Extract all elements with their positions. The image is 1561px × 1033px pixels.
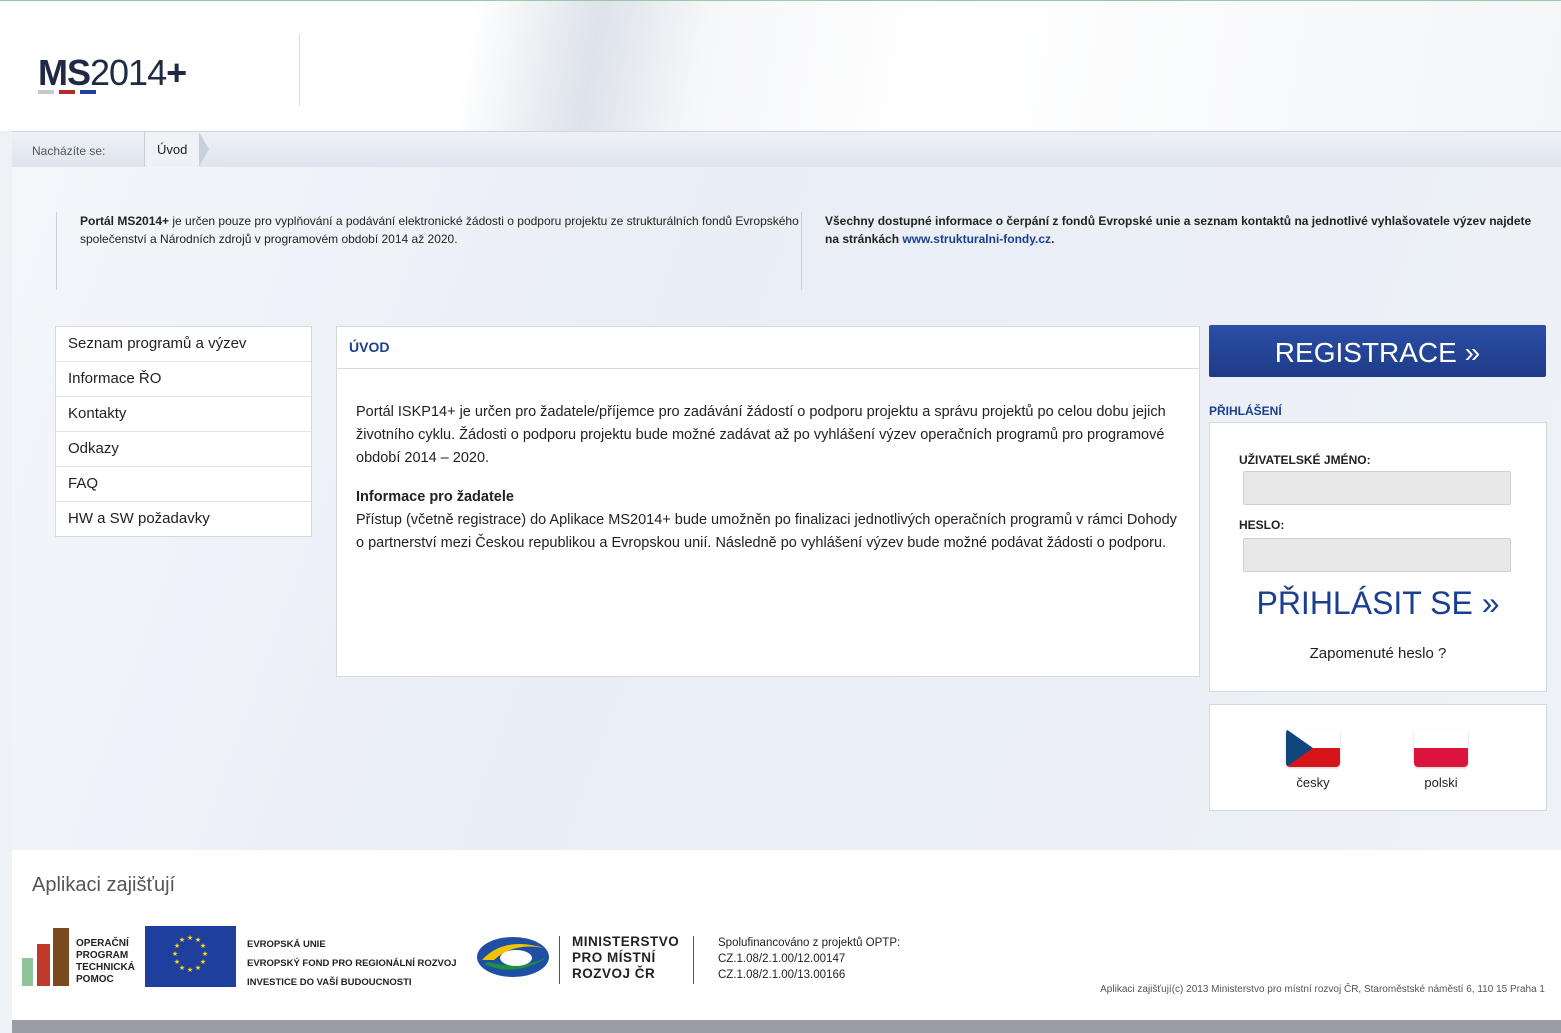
logo-plus: +: [166, 52, 187, 93]
sidebar-item-hw-sw[interactable]: HW a SW požadavky: [56, 502, 311, 536]
svg-text:★: ★: [172, 950, 178, 958]
project-line-2: CZ.1.08/2.1.00/12.00147: [718, 953, 846, 965]
svg-text:★: ★: [174, 958, 180, 966]
content-panel: ÚVOD Portál ISKP14+ je určen pro žadatel…: [336, 326, 1200, 677]
info-left-text: je určen pouze pro vyplňování a podávání…: [80, 214, 799, 246]
svg-text:★: ★: [202, 950, 208, 958]
info-left: Portál MS2014+ je určen pouze pro vyplňo…: [56, 212, 810, 290]
logo[interactable]: MS2014+: [38, 52, 187, 94]
password-label: HESLO:: [1239, 518, 1285, 532]
username-input[interactable]: [1243, 471, 1511, 505]
content-paragraph-intro: Portál ISKP14+ je určen pro žadatele/pří…: [356, 404, 1166, 466]
svg-text:★: ★: [179, 936, 185, 944]
footer-title: Aplikaci zajišťují: [32, 874, 176, 896]
breadcrumb-current[interactable]: Úvod: [144, 132, 210, 167]
sidebar-item-links[interactable]: Odkazy: [56, 432, 311, 467]
logo-year: 2014: [90, 52, 167, 93]
eu-line-3: INVESTICE DO VAŠÍ BUDOUCNOSTI: [247, 977, 412, 988]
footer-divider-1: [559, 936, 560, 984]
copyright-text: Aplikaci zajišťují(c) 2013 Ministerstvo …: [1100, 984, 1545, 995]
logo-bar-blue: [80, 90, 96, 94]
password-input[interactable]: [1243, 538, 1511, 572]
content-body: Portál ISKP14+ je určen pro žadatele/pří…: [337, 369, 1199, 555]
mmr-line-3: ROZVOJ ČR: [572, 966, 656, 981]
language-selector: česky polski: [1209, 704, 1547, 811]
header: MS2014+: [0, 0, 1561, 131]
polish-flag-icon[interactable]: [1414, 729, 1468, 767]
info-right-end: .: [1051, 232, 1055, 246]
czech-flag-icon[interactable]: [1286, 729, 1340, 767]
mmr-logo: MINISTERSTVO PRO MÍSTNÍ ROZVOJ ČR: [572, 934, 679, 982]
project-line-3: CZ.1.08/2.1.00/13.00166: [718, 969, 846, 981]
eu-line-2: EVROPSKÝ FOND PRO REGIONÁLNÍ ROZVOJ: [247, 958, 457, 969]
login-section-label: PŘIHLÁŠENÍ: [1209, 404, 1282, 418]
info-right: Všechny dostupné informace o čerpání z f…: [801, 212, 1545, 290]
sidebar-nav: Seznam programů a výzev Informace ŘO Kon…: [55, 326, 312, 537]
project-line-1: Spolufinancováno z projektů OPTP:: [718, 937, 901, 949]
content-paragraph-applicants: Přístup (včetně registrace) do Aplikace …: [356, 512, 1177, 551]
footer-bottom-bar: [12, 1020, 1561, 1033]
forgot-password-link[interactable]: Zapomenuté heslo ?: [1210, 645, 1546, 662]
logo-bar-red: [59, 90, 75, 94]
eu-line-1: EVROPSKÁ UNIE: [247, 939, 326, 950]
svg-text:★: ★: [200, 942, 206, 950]
breadcrumb-label: Nacházíte se:: [32, 144, 106, 158]
footer-divider-2: [693, 936, 694, 984]
optp-logo: OPERAČNÍ PROGRAM TECHNICKÁ POMOC: [22, 926, 140, 988]
optp-line-4: POMOC: [76, 974, 114, 985]
breadcrumb: Nacházíte se: Úvod: [12, 131, 1561, 168]
optp-line-1: OPERAČNÍ: [76, 936, 129, 949]
sidebar-item-contacts[interactable]: Kontakty: [56, 397, 311, 432]
header-top-line: [0, 0, 1561, 1]
header-divider: [299, 34, 300, 106]
username-label: UŽIVATELSKÉ JMÉNO:: [1239, 453, 1371, 467]
lang-polish-label[interactable]: polski: [1401, 775, 1481, 790]
mmr-line-2: PRO MÍSTNÍ: [572, 950, 656, 965]
logo-bar-gray: [38, 90, 54, 94]
lang-czech-label[interactable]: česky: [1273, 775, 1353, 790]
strukturalni-fondy-link[interactable]: www.strukturalni-fondy.cz: [902, 232, 1051, 246]
optp-line-2: PROGRAM: [76, 950, 128, 961]
content-title: ÚVOD: [337, 327, 1199, 369]
svg-text:★: ★: [195, 964, 201, 972]
eu-flag-icon: ★ ★ ★ ★ ★ ★ ★ ★ ★ ★ ★ ★: [145, 926, 236, 987]
svg-text:★: ★: [187, 966, 193, 974]
mmr-line-1: MINISTERSTVO: [572, 934, 680, 949]
register-button[interactable]: REGISTRACE »: [1209, 325, 1546, 377]
info-left-bold: Portál MS2014+: [80, 214, 170, 228]
sidebar-item-programs[interactable]: Seznam programů a výzev: [56, 327, 311, 362]
eu-text: EVROPSKÁ UNIE EVROPSKÝ FOND PRO REGIONÁL…: [247, 935, 457, 992]
sidebar-item-ro-info[interactable]: Informace ŘO: [56, 362, 311, 397]
sidebar-item-faq[interactable]: FAQ: [56, 467, 311, 502]
cohesion-logo-icon: [474, 934, 552, 980]
logo-color-bars: [38, 90, 98, 94]
content-subheading: Informace pro žadatele: [356, 489, 514, 505]
optp-line-3: TECHNICKÁ: [76, 960, 135, 973]
login-form: UŽIVATELSKÉ JMÉNO: HESLO: PŘIHLÁSIT SE »…: [1209, 422, 1547, 692]
logo-bold: MS: [38, 52, 91, 93]
project-info: Spolufinancováno z projektů OPTP: CZ.1.0…: [718, 935, 900, 983]
login-button[interactable]: PŘIHLÁSIT SE »: [1210, 585, 1546, 622]
svg-text:★: ★: [187, 934, 193, 942]
